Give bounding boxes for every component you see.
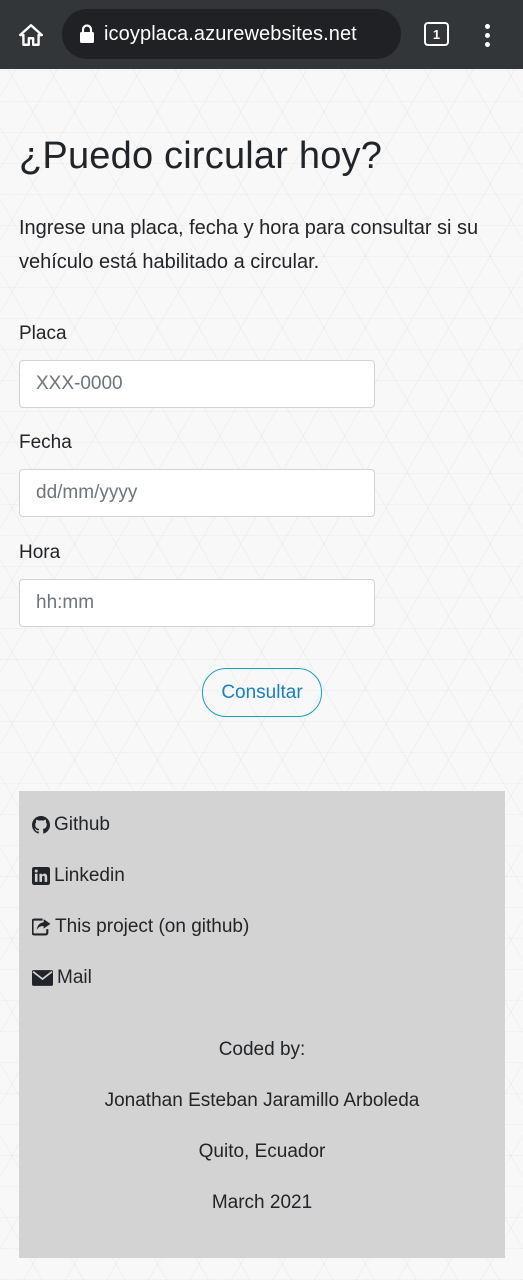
mail-link[interactable]: Mail [32,967,92,989]
linkedin-icon [32,867,50,885]
page-title: ¿Puedo circular hoy? [19,135,383,177]
address-bar[interactable]: icoyplaca.azurewebsites.net [62,9,401,59]
intro-text: Ingrese una placa, fecha y hora para con… [19,217,479,273]
github-link[interactable]: Github [32,814,110,836]
placa-label: Placa [19,323,67,344]
page-content: ¿Puedo circular hoy? Ingrese una placa, … [0,69,523,1280]
footer: Github Linkedin This project (on github) [19,791,505,1258]
github-icon [32,816,50,834]
linkedin-link[interactable]: Linkedin [32,865,125,887]
menu-dot-icon [484,41,490,47]
share-icon [32,918,51,936]
hora-input[interactable] [19,579,375,627]
hora-label: Hora [19,542,61,563]
consultar-button[interactable]: Consultar [202,668,322,717]
mail-link-label: Mail [57,967,92,988]
placa-input[interactable] [19,360,375,408]
url-text: icoyplaca.azurewebsites.net [104,22,357,45]
project-link[interactable]: This project (on github) [32,916,249,938]
fecha-input[interactable] [19,469,375,517]
menu-dot-icon [484,32,490,38]
author-location: Quito, Ecuador [198,1141,326,1162]
github-link-label: Github [54,814,110,835]
project-link-label: This project (on github) [55,916,250,937]
home-icon [18,24,44,46]
home-button[interactable] [14,18,48,52]
footer-date: March 2021 [211,1192,313,1213]
browser-toolbar: icoyplaca.azurewebsites.net 1 [0,0,523,69]
envelope-icon [32,970,53,986]
tab-switcher-button[interactable]: 1 [424,22,449,46]
menu-dot-icon [484,23,490,29]
browser-menu-button[interactable] [476,18,498,52]
coded-by-label: Coded by: [218,1039,306,1060]
author-name: Jonathan Esteban Jaramillo Arboleda [104,1090,420,1111]
linkedin-link-label: Linkedin [54,865,125,886]
lock-icon [80,24,94,43]
fecha-label: Fecha [19,432,72,453]
